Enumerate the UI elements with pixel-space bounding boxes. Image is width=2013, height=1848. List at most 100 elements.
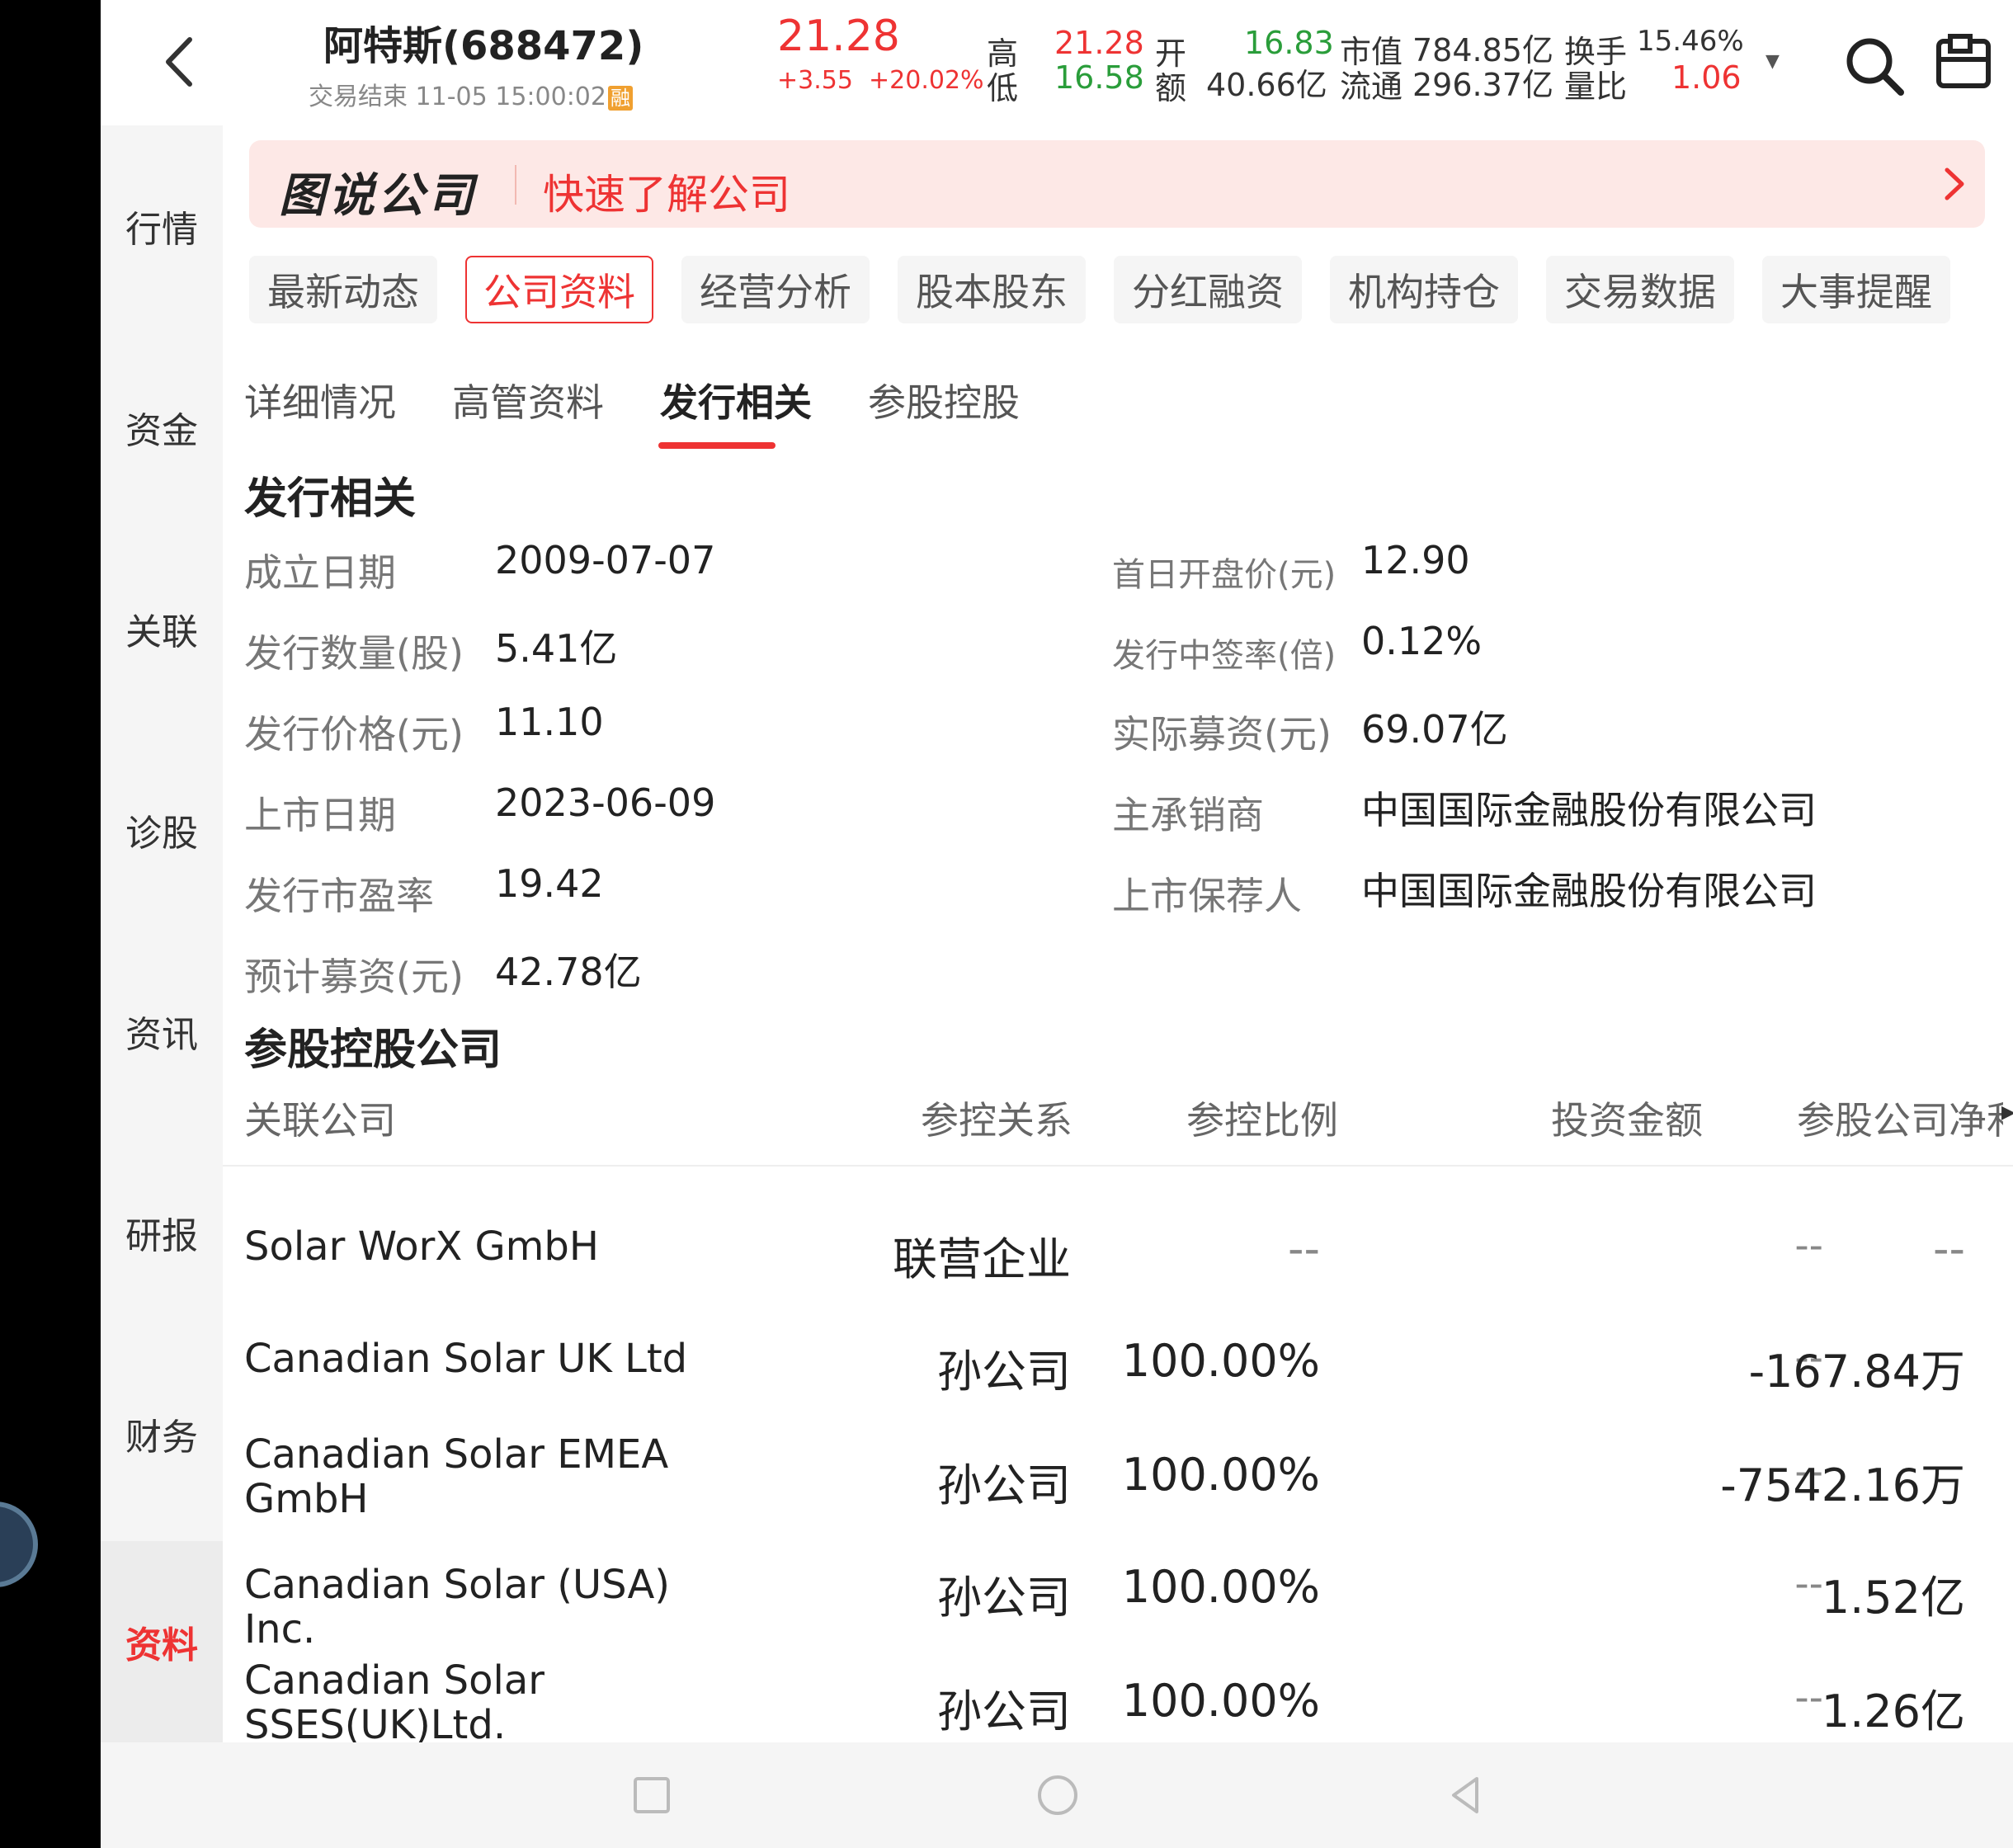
- issue-value: 中国国际金融股份有限公司: [1361, 788, 1817, 832]
- subtab-executives[interactable]: 高管资料: [452, 373, 604, 427]
- issue-label: 发行价格(元): [244, 712, 464, 757]
- floating-assistant-icon[interactable]: [0, 1502, 38, 1587]
- column-header: 参股公司净利润: [1797, 1098, 2003, 1143]
- home-icon[interactable]: [1031, 1769, 1084, 1822]
- subtab-holdings[interactable]: 参股控股: [868, 373, 1020, 427]
- holdings-section-title: 参股控股公司: [244, 1025, 502, 1075]
- stock-name: 阿特斯(688472): [323, 23, 644, 69]
- issue-label: 发行数量(股): [244, 631, 464, 676]
- relation: 联营企业: [893, 1233, 1071, 1285]
- trade-status-text: 交易结束 11-05 15:00:02: [309, 82, 606, 111]
- chevron-right-icon: [1945, 167, 1964, 200]
- issue-value: 12.90: [1361, 538, 1470, 582]
- tab-events[interactable]: 大事提醒: [1762, 256, 1950, 323]
- nav-item-finance[interactable]: 财务: [101, 1333, 223, 1534]
- net-profit: -167.84万: [1748, 1346, 1965, 1398]
- tab-company-info[interactable]: 公司资料: [465, 256, 653, 323]
- issue-value: 2009-07-07: [495, 538, 716, 582]
- tab-shareholders[interactable]: 股本股东: [898, 256, 1086, 323]
- issue-value: 19.42: [495, 861, 604, 906]
- nav-item-research[interactable]: 研报: [101, 1132, 223, 1333]
- tab-trading-data[interactable]: 交易数据: [1546, 256, 1734, 323]
- issue-value: 69.07亿: [1361, 707, 1508, 752]
- ratio: 100.00%: [1121, 1561, 1320, 1613]
- float-value: 296.37亿: [1412, 67, 1553, 103]
- app: 阿特斯(688472) 交易结束 11-05 15:00:02 融 21.28 +…: [101, 0, 2013, 1848]
- table-header-divider: [223, 1165, 2013, 1167]
- issue-value: 中国国际金融股份有限公司: [1361, 869, 1817, 913]
- issue-value: 5.41亿: [495, 626, 618, 671]
- net-profit: 1.52亿: [1821, 1572, 1965, 1624]
- nav-item-market[interactable]: 行情: [101, 125, 223, 327]
- table-row[interactable]: Solar WorX GmbH 联营企业 -- -- --: [223, 1185, 2013, 1300]
- issue-label: 成立日期: [244, 550, 396, 595]
- column-header: 关联公司: [244, 1098, 396, 1143]
- quote-header: 阿特斯(688472) 交易结束 11-05 15:00:02 融 21.28 +…: [101, 0, 2013, 125]
- tab-operations[interactable]: 经营分析: [681, 256, 870, 323]
- ratio: 100.00%: [1121, 1449, 1320, 1501]
- recent-apps-icon[interactable]: [625, 1769, 678, 1822]
- change-pct: +20.02%: [869, 66, 984, 95]
- table-row[interactable]: Canadian Solar SSES(UK)Ltd. 孙公司 100.00% …: [223, 1637, 2013, 1742]
- issue-label: 上市保荐人: [1112, 874, 1302, 918]
- tab-latest[interactable]: 最新动态: [249, 256, 437, 323]
- banner-divider: [515, 165, 516, 205]
- amount-value: 40.66亿: [1206, 67, 1327, 103]
- turnover-value: 15.46%: [1637, 25, 1744, 58]
- price-change: +3.55 +20.02%: [777, 66, 984, 95]
- company-name: Solar WorX GmbH: [244, 1223, 599, 1270]
- table-row[interactable]: Canadian Solar (USA) Inc. 孙公司 100.00% --…: [223, 1526, 2013, 1652]
- calculator-icon[interactable]: [1934, 33, 1993, 92]
- banner-text: 快速了解公司: [543, 171, 790, 219]
- ratio: --: [1288, 1223, 1320, 1275]
- low-label: 低: [987, 70, 1019, 106]
- net-profit: 1.26亿: [1821, 1685, 1965, 1737]
- nav-item-funds[interactable]: 资金: [101, 327, 223, 528]
- float-label: 流通: [1340, 68, 1403, 105]
- expand-caret-icon[interactable]: ▼: [1766, 51, 1780, 72]
- back-arrow-icon[interactable]: [152, 33, 210, 91]
- tab-dividends[interactable]: 分红融资: [1114, 256, 1302, 323]
- back-triangle-icon[interactable]: [1439, 1769, 1492, 1822]
- scroll-right-icon[interactable]: ▶: [2001, 1102, 2013, 1123]
- content-area: 详细情况 高管资料 发行相关 参股控股 发行相关 成立日期 2009-07-07…: [223, 340, 2013, 1742]
- banner-logo: 图说公司: [279, 169, 477, 223]
- relation: 孙公司: [937, 1459, 1071, 1511]
- issue-value: 42.78亿: [495, 950, 642, 994]
- tab-institutions[interactable]: 机构持仓: [1330, 256, 1518, 323]
- nav-item-diagnosis[interactable]: 诊股: [101, 729, 223, 931]
- low-value: 16.58: [1054, 59, 1144, 96]
- relation: 孙公司: [937, 1346, 1071, 1398]
- issue-value: 11.10: [495, 700, 604, 744]
- net-profit: --: [1933, 1223, 1965, 1275]
- ratio: 100.00%: [1121, 1675, 1320, 1727]
- last-price: 21.28: [777, 12, 900, 61]
- nav-item-profile[interactable]: 资料: [101, 1541, 223, 1742]
- company-name: Canadian Solar SSES(UK)Ltd.: [244, 1657, 544, 1742]
- company-banner[interactable]: 图说公司 快速了解公司: [249, 140, 1985, 228]
- issue-value: 2023-06-09: [495, 780, 716, 825]
- vol-ratio-label: 量比: [1564, 68, 1628, 105]
- relation: 孙公司: [937, 1685, 1071, 1737]
- main-panel: 图说公司 快速了解公司 最新动态 公司资料 经营分析 股本股东 分红融资 机构持…: [223, 125, 2013, 1742]
- table-row[interactable]: Canadian Solar EMEA GmbH 孙公司 100.00% -- …: [223, 1411, 2013, 1526]
- subtab-details[interactable]: 详细情况: [244, 373, 396, 427]
- net-profit: -7542.16万: [1720, 1459, 1965, 1511]
- issue-label: 上市日期: [244, 793, 396, 837]
- change-abs: +3.55: [777, 66, 853, 95]
- column-header: 参控比例: [1186, 1098, 1338, 1143]
- screen: 阿特斯(688472) 交易结束 11-05 15:00:02 融 21.28 +…: [0, 0, 2013, 1848]
- subtab-issuance[interactable]: 发行相关: [660, 373, 812, 427]
- system-nav-bar: [101, 1742, 2013, 1848]
- high-value: 21.28: [1054, 25, 1144, 61]
- column-header: 参控关系: [921, 1098, 1072, 1143]
- nav-item-related[interactable]: 关联: [101, 528, 223, 729]
- left-nav: 行情 资金 关联 诊股 资讯 研报 财务 资料: [101, 125, 223, 1742]
- nav-item-news[interactable]: 资讯: [101, 931, 223, 1132]
- company-name: Canadian Solar UK Ltd: [244, 1336, 688, 1382]
- vol-ratio-value: 1.06: [1671, 59, 1742, 96]
- search-icon[interactable]: [1841, 33, 1907, 99]
- trade-status: 交易结束 11-05 15:00:02 融: [309, 76, 633, 112]
- table-row[interactable]: Canadian Solar UK Ltd 孙公司 100.00% -- -16…: [223, 1300, 2013, 1411]
- issue-label: 预计募资(元): [244, 955, 464, 999]
